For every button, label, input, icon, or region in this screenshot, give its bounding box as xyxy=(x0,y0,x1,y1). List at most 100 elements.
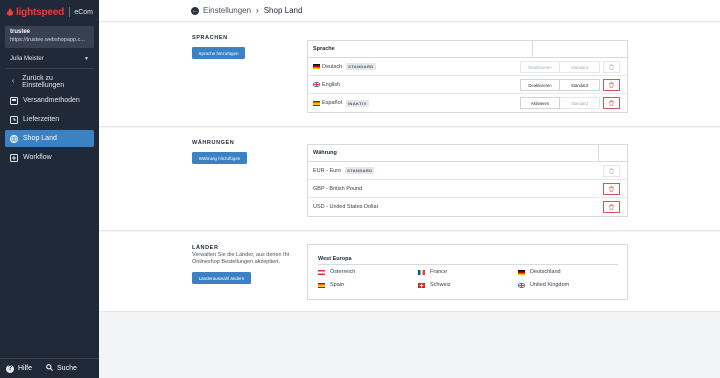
nav-back-settings[interactable]: ‹ Zurück zu Einstellungen xyxy=(5,73,94,90)
user-menu[interactable]: Julia Meister ▼ xyxy=(5,53,94,69)
currency-name: EUR - Euro xyxy=(313,167,342,174)
header-divider xyxy=(532,41,533,58)
user-name: Julia Meister xyxy=(10,55,44,62)
sidebar-footer: ? Hilfe Suche xyxy=(0,358,99,378)
deactivate-button[interactable]: Deaktivieren xyxy=(520,61,560,73)
help-icon: ? xyxy=(6,364,14,373)
trash-icon[interactable] xyxy=(603,61,620,73)
chevron-left-icon: ‹ xyxy=(11,78,15,85)
countries-title: LÄNDER xyxy=(192,245,219,251)
countries-description: Verwalten Sie die Länder, aus denen Ihr … xyxy=(192,252,290,265)
country-name: United Kingdom xyxy=(530,282,570,288)
search-button[interactable]: Suche xyxy=(46,364,77,373)
shipping-icon xyxy=(9,96,18,105)
currency-row: EUR - Euro STANDARD xyxy=(308,162,627,180)
row-actions: Aktivieren Standard xyxy=(520,97,620,109)
back-arrow-icon[interactable]: ← xyxy=(191,6,199,15)
set-default-button[interactable]: Standard xyxy=(560,97,600,109)
caret-down-icon: ▼ xyxy=(84,55,89,62)
country-name: Spain xyxy=(330,282,345,288)
divider xyxy=(318,264,618,265)
page-header: ← Einstellungen › Shop Land xyxy=(99,0,720,22)
workflow-icon xyxy=(9,153,18,162)
activate-button[interactable]: Aktivieren xyxy=(520,97,560,109)
nav-item-label: Workflow xyxy=(23,154,52,161)
row-actions xyxy=(600,183,620,195)
add-currency-button[interactable]: Währung hinzufügen xyxy=(192,152,247,164)
language-column-header: Sprache xyxy=(313,46,335,52)
flame-icon xyxy=(6,7,14,16)
add-language-button[interactable]: Sprache hinzufügen xyxy=(192,47,245,59)
store-url: https://trustee.webshopapp.c... xyxy=(10,37,85,43)
country-item: France xyxy=(418,269,447,275)
row-actions: Deaktivieren Standard xyxy=(520,79,620,91)
country-item: United Kingdom xyxy=(517,282,570,288)
country-name: Österreich xyxy=(330,269,356,275)
status-badge: INAKTIV xyxy=(345,99,369,107)
flag-uk-icon xyxy=(517,282,526,288)
help-label: Hilfe xyxy=(18,365,33,372)
languages-title: SPRACHEN xyxy=(192,35,228,41)
flag-ch-icon xyxy=(418,282,425,288)
country-item: Deutschland xyxy=(518,269,561,275)
countries-panel: West Europa Österreich France Deutschlan… xyxy=(307,244,628,300)
search-label: Suche xyxy=(57,365,77,372)
nav-item-lieferzeiten[interactable]: Lieferzeiten xyxy=(5,111,94,128)
languages-section: SPRACHEN Sprache hinzufügen Sprache Deut… xyxy=(99,23,720,127)
status-badge: STANDARD xyxy=(346,63,376,70)
header-divider xyxy=(598,145,599,162)
flag-fr-icon xyxy=(418,269,425,275)
trash-icon[interactable] xyxy=(603,183,620,195)
country-name: France xyxy=(430,269,448,275)
nav-back-label: Zurück zu Einstellungen xyxy=(22,74,65,89)
nav-item-label: Lieferzeiten xyxy=(23,116,60,123)
country-name: Schweiz xyxy=(430,282,451,288)
brand-name: lightspeed xyxy=(16,6,65,18)
currency-name: USD - United States Dollar xyxy=(313,204,379,210)
deactivate-button[interactable]: Deaktivieren xyxy=(520,79,560,91)
currencies-table: Währung EUR - Euro STANDARD GBP - Britis… xyxy=(307,144,628,217)
chevron-right-icon: › xyxy=(256,6,259,15)
country-name: Deutschland xyxy=(530,269,561,275)
currencies-title: WÄHRUNGEN xyxy=(192,140,235,146)
flag-es-icon xyxy=(313,100,320,106)
languages-table-header: Sprache xyxy=(308,41,627,58)
currency-row: GBP - British Pound xyxy=(308,180,627,198)
country-item: Spain xyxy=(318,282,344,288)
currencies-section: WÄHRUNGEN Währung hinzufügen Währung EUR… xyxy=(99,128,720,231)
set-default-button[interactable]: Standard xyxy=(560,79,600,91)
trash-icon[interactable] xyxy=(603,97,620,109)
row-actions xyxy=(600,165,620,177)
store-switcher[interactable]: trustee https://trustee.webshopapp.c... xyxy=(5,26,94,48)
sidebar: lightspeed eCom trustee https://trustee.… xyxy=(0,0,99,378)
currencies-table-header: Währung xyxy=(308,145,627,162)
countries-section: LÄNDER Verwalten Sie die Länder, aus den… xyxy=(99,232,720,312)
trash-icon[interactable] xyxy=(603,165,620,177)
lightspeed-logo[interactable]: lightspeed xyxy=(6,7,64,18)
nav-item-label: Versandmethoden xyxy=(23,97,80,104)
help-button[interactable]: ? Hilfe xyxy=(6,364,33,373)
currency-name: GBP - British Pound xyxy=(313,185,363,192)
row-actions: Deaktivieren Standard xyxy=(520,61,620,73)
trash-icon[interactable] xyxy=(603,201,620,213)
set-default-button[interactable]: Standard xyxy=(560,61,600,73)
clock-icon xyxy=(9,115,18,124)
language-row: Deutsch STANDARD Deaktivieren Standard xyxy=(308,58,627,76)
status-badge: STANDARD xyxy=(345,167,375,174)
trash-icon[interactable] xyxy=(603,79,620,91)
language-name: Español xyxy=(322,100,342,106)
breadcrumb-parent[interactable]: Einstellungen xyxy=(203,6,251,15)
change-countries-button[interactable]: Länderauswahl ändern xyxy=(192,272,251,284)
language-name: Deutsch xyxy=(322,63,343,70)
language-row: Español INAKTIV Aktivieren Standard xyxy=(308,94,627,112)
flag-uk-icon xyxy=(312,81,321,88)
store-name: trustee xyxy=(10,29,31,35)
nav-item-versandmethoden[interactable]: Versandmethoden xyxy=(5,92,94,109)
sidebar-nav: ‹ Zurück zu Einstellungen Versandmethode… xyxy=(0,73,99,166)
nav-item-shop-land[interactable]: Shop Land xyxy=(5,130,94,147)
region-title: West Europa xyxy=(318,256,352,262)
brand: lightspeed eCom xyxy=(0,0,99,24)
globe-icon xyxy=(9,134,18,143)
languages-table: Sprache Deutsch STANDARD Deaktivieren St… xyxy=(307,40,628,113)
nav-item-workflow[interactable]: Workflow xyxy=(5,149,94,166)
